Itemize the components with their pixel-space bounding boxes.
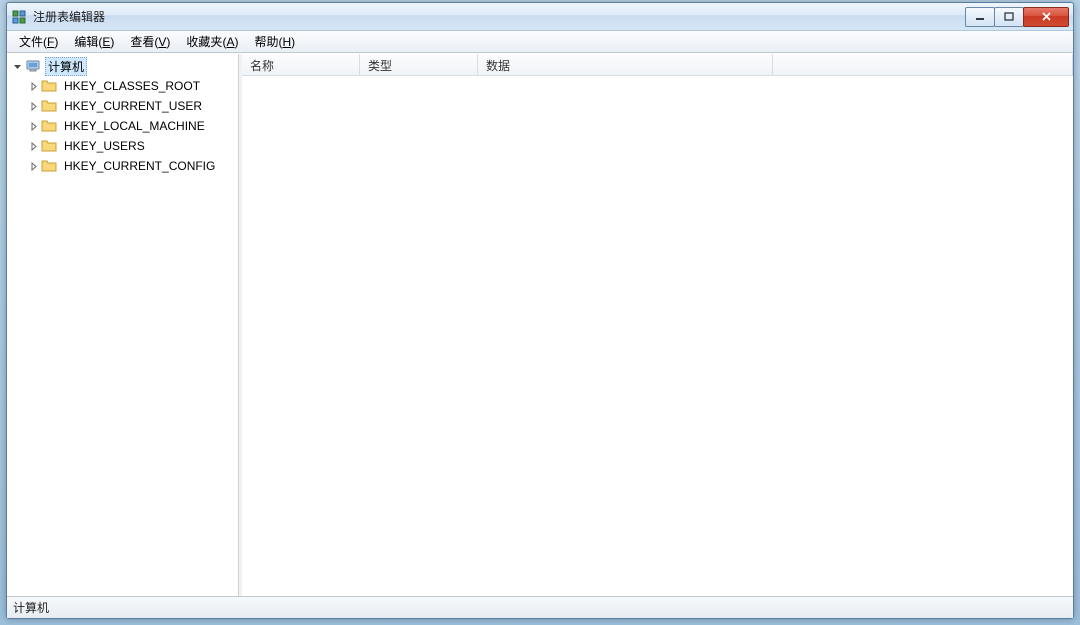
registry-editor-window: 注册表编辑器 文件(F) 编辑(E) 查看(V) 收藏夹(A) 帮助(H xyxy=(6,2,1074,619)
tree-node-label: HKEY_USERS xyxy=(61,139,148,153)
tree-node-label: HKEY_CLASSES_ROOT xyxy=(61,79,203,93)
minimize-button[interactable] xyxy=(965,7,995,27)
tree-hkey-local-machine[interactable]: HKEY_LOCAL_MACHINE xyxy=(7,116,238,136)
folder-icon xyxy=(41,98,57,114)
menu-help[interactable]: 帮助(H) xyxy=(246,31,303,52)
list-body[interactable] xyxy=(242,76,1073,596)
folder-icon xyxy=(41,118,57,134)
collapse-icon[interactable] xyxy=(11,60,23,72)
status-path: 计算机 xyxy=(13,599,49,616)
menubar: 文件(F) 编辑(E) 查看(V) 收藏夹(A) 帮助(H) xyxy=(7,31,1073,53)
expand-icon[interactable] xyxy=(27,100,39,112)
folder-icon xyxy=(41,158,57,174)
tree-children: HKEY_CLASSES_ROOT HKEY_CURRENT_USER xyxy=(7,76,238,176)
menu-file[interactable]: 文件(F) xyxy=(11,31,66,52)
tree-pane[interactable]: 计算机 HKEY_CLASSES_ROOT xyxy=(7,54,239,596)
statusbar: 计算机 xyxy=(7,596,1073,618)
list-header: 名称 类型 数据 xyxy=(242,54,1073,76)
regedit-icon xyxy=(11,9,27,25)
tree-hkey-classes-root[interactable]: HKEY_CLASSES_ROOT xyxy=(7,76,238,96)
menu-favorites[interactable]: 收藏夹(A) xyxy=(178,31,246,52)
titlebar: 注册表编辑器 xyxy=(7,3,1073,31)
tree-hkey-current-user[interactable]: HKEY_CURRENT_USER xyxy=(7,96,238,116)
folder-icon xyxy=(41,138,57,154)
tree-hkey-users[interactable]: HKEY_USERS xyxy=(7,136,238,156)
column-name[interactable]: 名称 xyxy=(242,54,360,75)
maximize-button[interactable] xyxy=(994,7,1024,27)
close-button[interactable] xyxy=(1023,7,1069,27)
expand-icon[interactable] xyxy=(27,120,39,132)
tree-hkey-current-config[interactable]: HKEY_CURRENT_CONFIG xyxy=(7,156,238,176)
computer-icon xyxy=(25,58,41,74)
folder-icon xyxy=(41,78,57,94)
tree-node-label: HKEY_CURRENT_USER xyxy=(61,99,205,113)
expand-icon[interactable] xyxy=(27,80,39,92)
menu-view[interactable]: 查看(V) xyxy=(122,31,178,52)
expand-icon[interactable] xyxy=(27,140,39,152)
window-controls xyxy=(966,7,1069,27)
tree-node-label: HKEY_LOCAL_MACHINE xyxy=(61,119,208,133)
window-title: 注册表编辑器 xyxy=(33,8,966,25)
expand-icon[interactable] xyxy=(27,160,39,172)
content-area: 计算机 HKEY_CLASSES_ROOT xyxy=(7,53,1073,596)
column-type[interactable]: 类型 xyxy=(360,54,478,75)
column-spacer[interactable] xyxy=(773,54,1073,75)
list-pane: 名称 类型 数据 xyxy=(242,54,1073,596)
tree-root-label: 计算机 xyxy=(45,57,87,76)
tree-root-computer[interactable]: 计算机 xyxy=(7,56,238,76)
column-data[interactable]: 数据 xyxy=(478,54,773,75)
menu-edit[interactable]: 编辑(E) xyxy=(66,31,122,52)
tree-node-label: HKEY_CURRENT_CONFIG xyxy=(61,159,218,173)
